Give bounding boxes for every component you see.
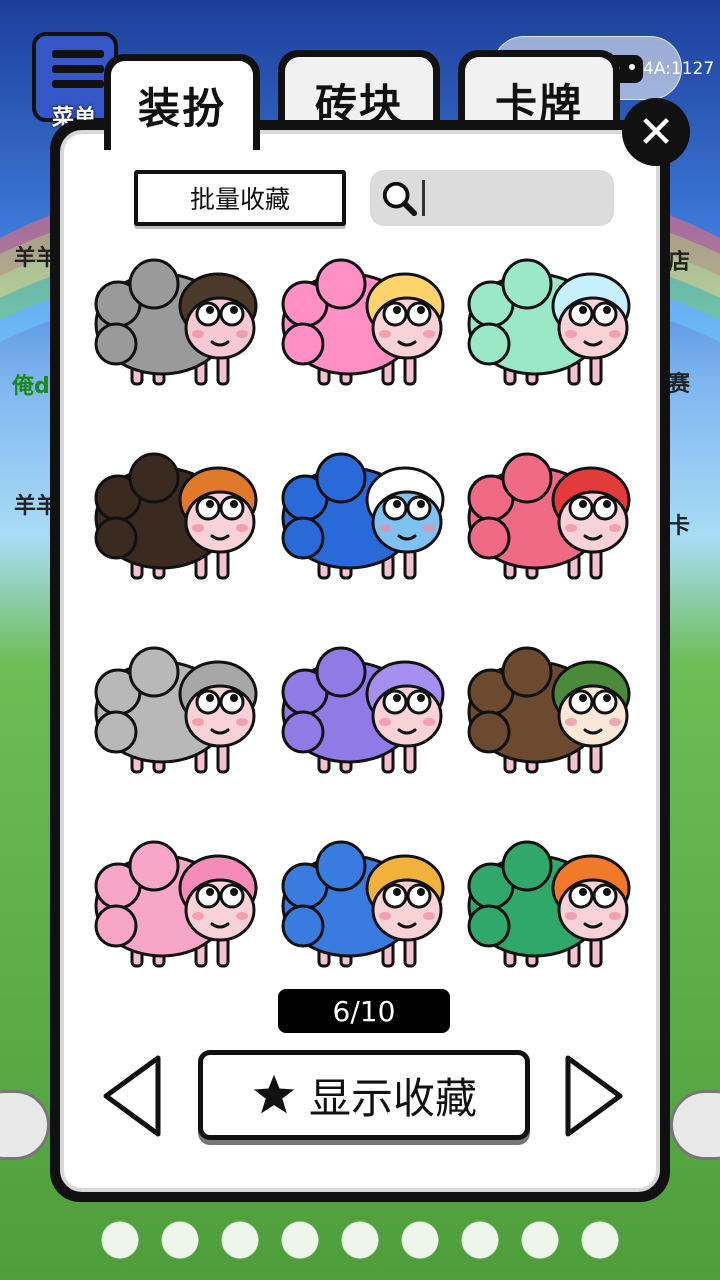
skin-item[interactable] [457,438,643,594]
skin-item[interactable] [457,826,643,982]
show-favorites-label: 显示收藏 [308,1073,477,1123]
skin-item[interactable] [271,632,457,788]
bg-side-badge [670,1090,720,1160]
tab-outfit-label: 装扮 [111,61,253,150]
lavender-girl-sheep-skin-icon [281,646,445,774]
strawberry-pig-sheep-skin-icon [467,452,631,580]
page-indicator: 6/10 [278,989,450,1033]
sakura-girl-sheep-skin-icon [94,840,258,968]
panel-content: 批量收藏 6/10 显示收藏 [60,130,660,1192]
sheep-girl-skin-icon [94,258,258,386]
iceberg-sheep-skin-icon [281,452,445,580]
skin-item[interactable] [271,244,457,400]
cupcake-sheep-skin-icon [281,258,445,386]
bg-right-label-2: 赛 [668,372,691,397]
capsule-text: 4A:1127 [643,59,715,79]
bg-right-label-1: 店 [668,250,691,275]
show-favorites-button[interactable]: 显示收藏 [198,1050,530,1140]
hula-girl-sheep-skin-icon [467,840,631,968]
skin-item[interactable] [84,244,270,400]
search-caret [422,180,425,216]
star-icon [253,1074,295,1114]
skin-item[interactable] [84,438,270,594]
skin-item[interactable] [457,244,643,400]
skin-item[interactable] [457,632,643,788]
batch-favorite-button[interactable]: 批量收藏 [134,170,346,226]
cat-pilot-sheep-skin-icon [94,452,258,580]
close-button[interactable]: ✕ [622,98,690,166]
outfit-panel: 批量收藏 6/10 显示收藏 [50,120,670,1202]
tab-outfit[interactable]: 装扮 [104,54,260,150]
prev-page-arrow-icon[interactable] [100,1054,164,1138]
lucky-scratch-sheep-skin-icon [467,258,631,386]
flower-bush-sheep-skin-icon [281,840,445,968]
tiramisu-sheep-skin-icon [467,646,631,774]
skin-grid [84,244,644,982]
close-icon: ✕ [637,106,675,158]
skin-item[interactable] [84,632,270,788]
search-icon [382,181,418,217]
bg-side-badge [0,1090,50,1160]
autumn-cap-sheep-skin-icon [94,646,258,774]
menu-icon [52,50,104,100]
skin-item[interactable] [84,826,270,982]
next-page-arrow-icon[interactable] [562,1054,626,1138]
skin-item[interactable] [271,826,457,982]
bg-right-label-3: 卡 [668,514,691,539]
bg-left-label-2: 俺d [12,374,50,399]
search-input[interactable] [430,178,606,218]
sheep-crowd-decoration [100,1200,620,1280]
skin-item[interactable] [271,438,457,594]
search-box[interactable] [370,170,614,226]
